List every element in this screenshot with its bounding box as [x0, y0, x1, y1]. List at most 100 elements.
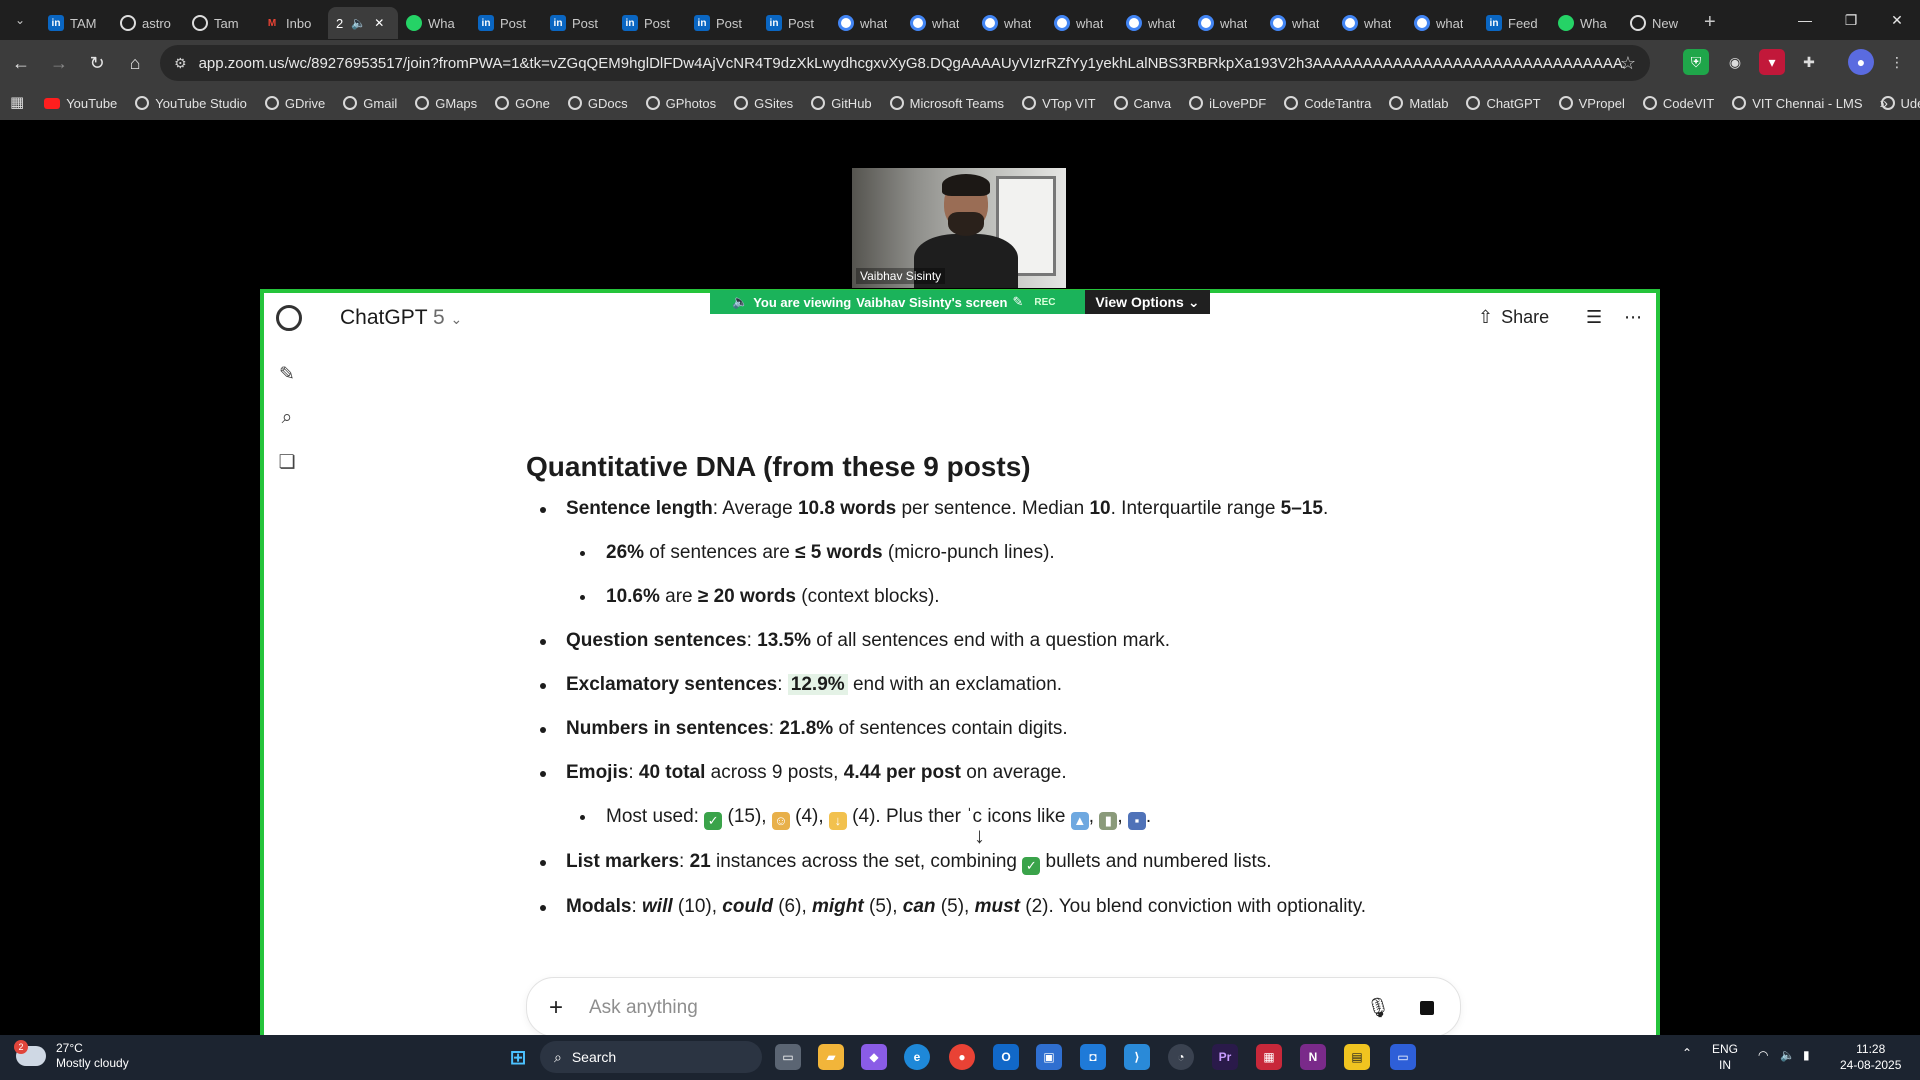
browser-tab[interactable]: in TAM [40, 7, 112, 39]
share-button[interactable]: ⇧ Share [1478, 307, 1549, 328]
participant-video-tile[interactable]: Vaibhav Sisinty [852, 168, 1066, 288]
pocket-extension-icon[interactable]: ▾ [1759, 49, 1785, 75]
browser-tab[interactable]: New [1622, 7, 1694, 39]
bookmark-item[interactable]: GPhotos [645, 96, 716, 111]
taskbar-search[interactable]: ⌕ Search [540, 1041, 762, 1073]
browser-tab[interactable]: what [1406, 7, 1478, 39]
add-attachment-plus-icon[interactable]: + [549, 994, 563, 1022]
camera-extension-icon[interactable]: ◉ [1722, 49, 1748, 75]
show-hidden-icons-chevron-icon[interactable]: ⌃ [1682, 1045, 1692, 1061]
microphone-icon[interactable]: 🎙 [1366, 996, 1390, 1020]
bookmark-item[interactable]: Canva [1113, 96, 1171, 111]
bookmark-item[interactable]: GitHub [811, 96, 872, 111]
store-icon[interactable]: ▣ [1036, 1044, 1062, 1070]
browser-tab[interactable]: what [830, 7, 902, 39]
bookmark-item[interactable]: CodeVIT [1642, 96, 1714, 111]
browser-tab[interactable]: in Post [542, 7, 614, 39]
bookmark-item[interactable]: GMaps [415, 96, 477, 111]
zoom-icon[interactable]: ▭ [1390, 1044, 1416, 1070]
library-icon[interactable]: ❏ [276, 451, 298, 473]
browser-tab[interactable]: what [902, 7, 974, 39]
bookmark-item[interactable]: YouTube Studio [135, 96, 247, 111]
minimize-icon[interactable]: — [1782, 0, 1828, 40]
outlook-icon[interactable]: O [993, 1044, 1019, 1070]
onenote-icon[interactable]: N [1300, 1044, 1326, 1070]
bookmark-item[interactable]: ChatGPT [1466, 96, 1541, 111]
browser-tab[interactable]: what [1118, 7, 1190, 39]
browser-tab[interactable]: in Post [686, 7, 758, 39]
premiere-pro-icon[interactable]: Pr [1212, 1044, 1238, 1070]
chatgpt-logo-icon[interactable] [276, 305, 302, 331]
view-options-button[interactable]: View Options ⌄ [1085, 290, 1210, 314]
app-circle-icon[interactable]: ◔ [1168, 1044, 1194, 1070]
browser-tab[interactable]: Wha [1550, 7, 1622, 39]
browser-tab[interactable]: what [974, 7, 1046, 39]
browser-tab[interactable]: in Post [614, 7, 686, 39]
browser-tab[interactable]: Tam [184, 7, 256, 39]
browser-tab[interactable]: in Post [470, 7, 542, 39]
weather-widget[interactable]: 2 27°C Mostly cloudy [14, 1040, 129, 1071]
bookmark-item[interactable]: GSites [734, 96, 793, 111]
browser-tab[interactable]: 2 🔈 ✕ [328, 7, 398, 39]
volume-icon[interactable]: 🔈 [1780, 1047, 1795, 1063]
browser-tab[interactable]: what [1190, 7, 1262, 39]
chat-composer[interactable]: + Ask anything 🎙 [526, 977, 1461, 1035]
browser-tab[interactable]: what [1262, 7, 1334, 39]
tab-close-icon[interactable]: ✕ [374, 16, 384, 30]
sticky-notes-icon[interactable]: ▤ [1344, 1044, 1370, 1070]
apps-grid-icon[interactable]: ▦ [10, 93, 24, 113]
bookmark-item[interactable]: Gmail [343, 96, 397, 111]
bookmark-item[interactable]: GDocs [567, 96, 628, 111]
browser-tab[interactable]: what [1334, 7, 1406, 39]
notes-icon[interactable]: ☰ [1586, 307, 1602, 328]
browser-tab[interactable]: what [1046, 7, 1118, 39]
bookmark-star-icon[interactable]: ☆ [1620, 53, 1636, 74]
scroll-down-arrow-icon[interactable]: ↓ [974, 823, 985, 849]
stop-generating-icon[interactable] [1420, 1001, 1434, 1015]
browser-tab[interactable]: Wha [398, 7, 470, 39]
browser-tab[interactable]: astro [112, 7, 184, 39]
edge-icon[interactable]: e [904, 1044, 930, 1070]
wifi-icon[interactable]: ◠ [1758, 1047, 1768, 1063]
browser-tab[interactable]: in Post [758, 7, 830, 39]
file-explorer-icon[interactable]: ▰ [818, 1044, 844, 1070]
windows-start-icon[interactable]: ⊞ [505, 1044, 531, 1070]
model-selector[interactable]: ChatGPT 5 ⌄ [340, 306, 462, 330]
bookmark-item[interactable]: GDrive [264, 96, 325, 111]
bookmark-item[interactable]: CodeTantra [1284, 96, 1371, 111]
copilot-icon[interactable]: ◆ [861, 1044, 887, 1070]
browser-tab[interactable]: in Feed [1478, 7, 1550, 39]
address-bar[interactable]: ⚙ app.zoom.us/wc/89276953517/join?fromPW… [160, 45, 1650, 81]
restore-icon[interactable]: ❐ [1828, 0, 1874, 40]
bookmark-item[interactable]: Microsoft Teams [889, 96, 1004, 111]
profile-avatar[interactable]: ● [1848, 49, 1874, 75]
new-tab-plus-icon[interactable]: + [1704, 11, 1716, 34]
shield-extension-icon[interactable]: ⛨ [1683, 49, 1709, 75]
bookmark-item[interactable]: VPropel [1558, 96, 1625, 111]
task-view-icon[interactable]: ▭ [775, 1044, 801, 1070]
app-red-icon[interactable]: ▦ [1256, 1044, 1282, 1070]
forward-arrow-icon[interactable]: → [42, 46, 76, 80]
bookmark-item[interactable]: VIT Chennai - LMS [1732, 96, 1863, 111]
back-arrow-icon[interactable]: ← [4, 46, 38, 80]
more-bookmarks-chevron-icon[interactable]: » [1880, 95, 1888, 112]
app-icon[interactable]: ◘ [1080, 1044, 1106, 1070]
bookmark-item[interactable]: GOne [495, 96, 550, 111]
clock[interactable]: 11:28 24-08-2025 [1840, 1041, 1901, 1073]
site-info-icon[interactable]: ⚙ [174, 55, 187, 72]
menu-kebab-icon[interactable]: ⋮ [1884, 49, 1910, 75]
tab-search-chevron-icon[interactable]: ⌄ [6, 6, 34, 34]
search-icon[interactable]: ⌕ [276, 407, 298, 429]
language-indicator[interactable]: ENG IN [1712, 1041, 1738, 1073]
vscode-icon[interactable]: ⟩ [1124, 1044, 1150, 1070]
new-chat-icon[interactable]: ✎ [276, 363, 298, 385]
bookmark-item[interactable]: iLovePDF [1189, 96, 1266, 111]
more-options-icon[interactable]: ⋯ [1624, 307, 1642, 328]
browser-tab[interactable]: M Inbo [256, 7, 328, 39]
bookmark-item[interactable]: VTop VIT [1022, 96, 1096, 111]
bookmark-item[interactable]: YouTube [44, 96, 117, 111]
battery-icon[interactable]: ▮ [1803, 1047, 1810, 1063]
bookmark-item[interactable]: Matlab [1389, 96, 1448, 111]
home-icon[interactable]: ⌂ [118, 46, 152, 80]
tab-audio-icon[interactable]: 🔈 [351, 16, 366, 30]
